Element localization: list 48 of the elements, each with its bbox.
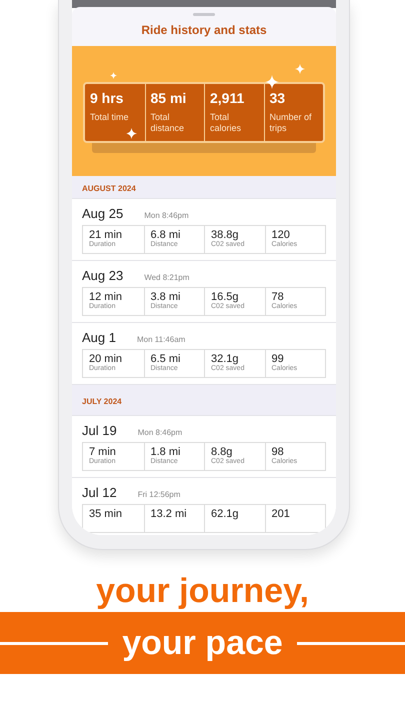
total-value: 33	[270, 90, 286, 106]
stat-value: 6.8 mi	[150, 229, 182, 241]
ride-date: Aug 25	[82, 206, 124, 221]
sheet-title: Ride history and stats	[141, 22, 267, 39]
stat-value: 1.8 mi	[150, 446, 182, 458]
month-heading: JULY 2024	[82, 397, 122, 406]
total-label: Number of trips	[270, 112, 313, 134]
total-value: 2,911	[210, 90, 246, 106]
stat-value: 35 min	[89, 508, 124, 520]
month-heading: AUGUST 2024	[82, 184, 136, 193]
ride-time: Mon 8:46pm	[144, 211, 189, 220]
ride-date: Aug 1	[82, 330, 116, 345]
stat-value: 78	[272, 291, 284, 303]
stat-value: 21 min	[89, 229, 124, 241]
tagline-text: your pace	[122, 624, 283, 662]
stat-value: 3.8 mi	[150, 291, 182, 303]
stat-value: 62.1g	[211, 508, 240, 520]
ride-time: Wed 8:21pm	[144, 273, 190, 282]
stat-value: 6.5 mi	[150, 353, 182, 365]
stat-value: 13.2 mi	[150, 508, 188, 520]
stat-value: 38.8g	[211, 229, 239, 241]
stat-value: 8.8g	[211, 446, 232, 458]
tagline-text: your journey,	[96, 572, 309, 610]
total-label: Total time	[90, 112, 130, 124]
ride-date: Jul 12	[82, 485, 117, 500]
total-label: Total calories	[210, 112, 242, 134]
stat-value: 32.1g	[211, 353, 239, 365]
ride-time: Mon 8:46pm	[138, 428, 182, 437]
sparkle-icon	[110, 72, 117, 79]
stat-value: 16.5g	[211, 291, 239, 303]
stat-value: 20 min	[89, 353, 124, 365]
stat-value: 12 min	[89, 291, 124, 303]
sparkle-icon	[295, 64, 305, 74]
sparkle-icon	[126, 128, 137, 139]
stat-value: 120	[272, 229, 290, 241]
ride-time: Fri 12:56pm	[138, 490, 180, 499]
total-value: 9 hrs	[90, 90, 124, 106]
drag-handle[interactable]	[193, 13, 215, 16]
ride-date: Aug 23	[82, 268, 124, 283]
stat-value: 201	[272, 508, 291, 520]
ride-date: Jul 19	[82, 423, 117, 438]
ride-time: Mon 11:46am	[136, 335, 186, 344]
stat-value: 7 min	[89, 446, 117, 458]
total-label: Total distance	[150, 112, 186, 134]
stat-value: 98	[272, 446, 284, 458]
stat-value: 99	[272, 353, 284, 365]
total-value: 85 mi	[150, 90, 188, 106]
sparkle-icon	[265, 75, 279, 89]
